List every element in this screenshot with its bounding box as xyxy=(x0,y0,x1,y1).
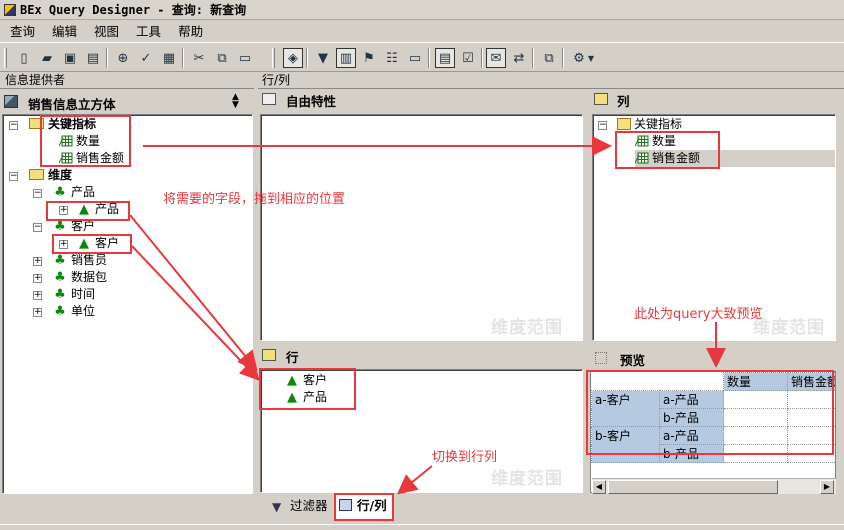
annotation-drag-hint: 将需要的字段，拖到相应的位置 xyxy=(163,192,346,207)
annotation-switch-hint: 切换到行列 xyxy=(432,450,498,465)
arrow-product-to-rows xyxy=(129,214,258,372)
arrow-to-rowcol-tab xyxy=(396,465,433,495)
annotation-preview-hint: 此处为query大致预览 xyxy=(634,307,763,322)
arrow-customer-to-rows xyxy=(131,245,260,381)
annotation-arrows xyxy=(129,136,726,495)
